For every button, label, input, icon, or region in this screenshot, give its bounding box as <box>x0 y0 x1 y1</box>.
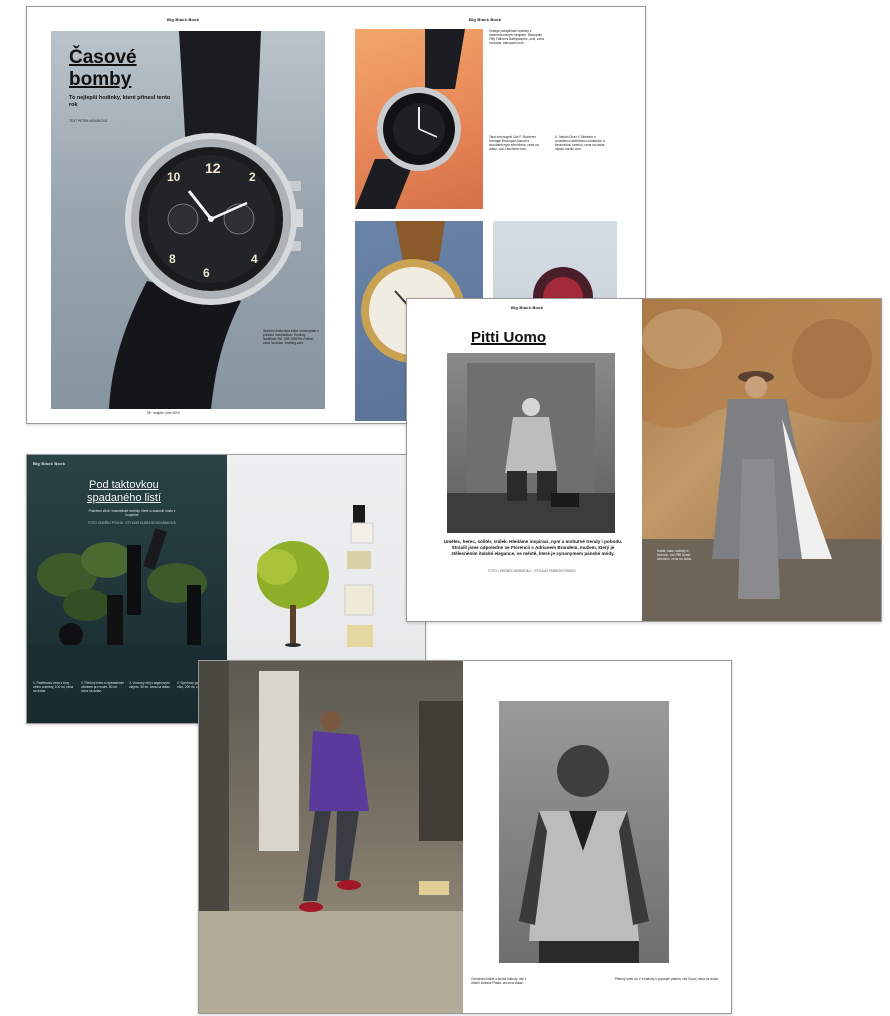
title-line-1: Časové <box>69 47 137 68</box>
pitti-body: Umělec, herec, solitér, snílek. Hledáme … <box>443 539 623 556</box>
pitti-color-photo <box>642 299 881 621</box>
caption-mid-right: U. Nardin Diver X Skeleton s prosklenou … <box>555 135 606 151</box>
page-footer: 26 · esquire | leto 2019 <box>147 411 180 415</box>
grooming-title-2: spadaného listí <box>87 492 161 504</box>
pitti-title: Pitti Uomo <box>471 329 546 346</box>
svg-text:10: 10 <box>167 170 181 184</box>
title-line-2: bomby <box>69 69 132 90</box>
svg-text:8: 8 <box>169 252 176 266</box>
magazine-spread-pitti-uomo: Big Black Book Pitti Uomo Umělec, herec,… <box>406 298 882 622</box>
grooming-credit: FOTO ONDŘEJ PÝCHA · STYLING KLÁRA SCHOVÁ… <box>88 521 176 525</box>
grooming-col-3: 3. Vousový olej s arganovým olejem, 30 m… <box>129 681 171 689</box>
fashion-caption-right: Pletený svetr do V a kalhoty s vysokým p… <box>614 977 719 981</box>
pitti-kicker: Big Black Book <box>511 305 544 310</box>
grooming-title-1: Pod taktovkou <box>89 479 159 491</box>
seated-man-illustration <box>447 363 615 533</box>
fashion-caption-left: Oversized košile a široké kalhoty, vše z… <box>471 977 527 985</box>
diver-watch-illustration <box>355 29 465 209</box>
magazine-spread-fashion: Oversized košile a široké kalhoty, vše z… <box>198 660 732 1014</box>
svg-text:4: 4 <box>251 252 258 266</box>
kicker-left: Big Black Book <box>167 17 200 22</box>
grooming-col-2: 2. Pleťový krém s hydratačním účinkem pr… <box>81 681 125 693</box>
diver-watch-photo <box>355 29 483 209</box>
credit: TEXT PETRA NOVÁKOVÁ <box>69 119 108 123</box>
pitti-credit: FOTO LORENZO BRINGHELI · STYLING FABRIZI… <box>488 569 576 573</box>
grooming-subtitle: Podzimní vůně i kosmetické novinky, kter… <box>88 509 176 517</box>
caption-mid-left: Taka chronograf Carl F. Bucherer Heritag… <box>489 135 539 151</box>
grooming-col-1: 1. Parfémová voda s tóny cedru a ambry, … <box>33 681 74 693</box>
svg-text:2: 2 <box>249 170 256 184</box>
fashion-left-photo <box>199 661 463 1013</box>
svg-text:12: 12 <box>205 160 221 176</box>
pitti-caption: Kabát, sako, kalhoty a klobouk, vše Pitt… <box>657 549 693 561</box>
running-man-illustration <box>199 661 463 1013</box>
standing-man-illustration <box>642 299 881 621</box>
caption-main: Sezónní limitovaná edice chronografu s p… <box>263 329 319 345</box>
caption-top-right: Vintage potápěčské hodinky s modernizova… <box>489 29 544 45</box>
svg-text:6: 6 <box>203 266 210 280</box>
pitti-bw-photo <box>447 353 615 533</box>
subtitle: To nejlepší hodinky, které přinesl tento… <box>69 95 171 108</box>
kicker-right: Big Black Book <box>469 17 502 22</box>
fashion-right-photo <box>499 701 669 963</box>
sweater-man-illustration <box>519 745 649 963</box>
grooming-kicker: Big Black Book <box>33 461 66 466</box>
